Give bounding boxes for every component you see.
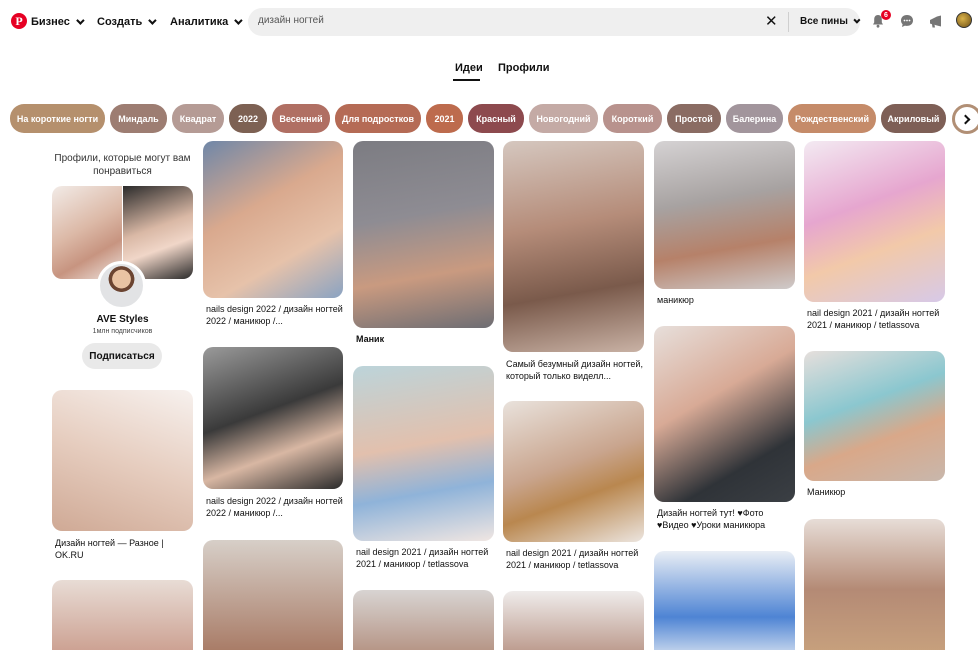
pin-image[interactable] (503, 401, 644, 542)
business-menu-label: Бизнес (31, 16, 70, 28)
profile-subscribers: 1млн подписчиков (92, 328, 153, 335)
search-divider (788, 12, 789, 32)
chip-2022[interactable]: 2022 (229, 104, 267, 133)
chip-ballerina[interactable]: Балерина (726, 104, 783, 133)
pin-image[interactable] (503, 591, 644, 650)
pin-image[interactable] (654, 326, 795, 502)
pin-image[interactable] (52, 390, 193, 531)
pin-title[interactable]: Маникюр (807, 486, 945, 498)
pin-title[interactable]: nails design 2022 / дизайн ногтей 2022 /… (206, 495, 343, 519)
pin-image[interactable] (52, 580, 193, 650)
analytics-menu-label: Аналитика (170, 16, 229, 28)
create-menu-button[interactable]: Создать (97, 14, 157, 30)
subscribe-button[interactable]: Подписаться (82, 343, 162, 369)
analytics-menu-button[interactable]: Аналитика (170, 14, 243, 30)
pin-image[interactable] (203, 141, 343, 298)
suggestion-chips: На короткие ногти Миндаль Квадрат 2022 В… (0, 104, 978, 134)
pin-image[interactable] (203, 540, 343, 650)
updates-megaphone-icon[interactable] (929, 15, 943, 28)
active-tab-indicator (453, 79, 480, 81)
profile-name[interactable]: AVE Styles (52, 314, 193, 325)
pin-image[interactable] (353, 590, 494, 650)
pin-image[interactable] (804, 351, 945, 481)
chevron-right-icon (960, 114, 971, 124)
chip-christmas[interactable]: Рождественский (788, 104, 876, 133)
pin-title[interactable]: nail design 2021 / дизайн ногтей 2021 / … (506, 547, 644, 571)
chevron-down-icon (76, 16, 85, 25)
pin-image[interactable] (503, 141, 644, 352)
chip-short[interactable]: Короткий (603, 104, 662, 133)
user-avatar[interactable] (956, 12, 972, 28)
chip-short-nails[interactable]: На короткие ногти (10, 104, 105, 133)
notification-count-badge: 6 (881, 10, 891, 20)
pin-image[interactable] (654, 551, 795, 650)
chip-teens[interactable]: Для подростков (335, 104, 421, 133)
pin-title[interactable]: Маник (356, 333, 494, 345)
search-input[interactable]: дизайн ногтей (258, 15, 324, 26)
pin-title[interactable]: nails design 2022 / дизайн ногтей 2022 /… (206, 303, 343, 327)
pin-title[interactable]: nail design 2021 / дизайн ногтей 2021 / … (807, 307, 945, 331)
pin-title[interactable]: nail design 2021 / дизайн ногтей 2021 / … (356, 546, 494, 570)
chip-spring[interactable]: Весенний (272, 104, 330, 133)
pin-title[interactable]: Дизайн ногтей тут! ♥Фото ♥Видео ♥Уроки м… (657, 507, 795, 531)
tab-ideas[interactable]: Идеи (455, 62, 483, 74)
pin-image[interactable] (353, 141, 494, 328)
chip-2021[interactable]: 2021 (426, 104, 463, 133)
pin-image[interactable] (804, 141, 945, 302)
chip-square[interactable]: Квадрат (172, 104, 224, 133)
chevron-down-icon (234, 16, 243, 25)
top-nav-bar: P Бизнес Создать Аналитика дизайн ногтей… (0, 0, 978, 44)
profile-avatar[interactable] (97, 261, 146, 310)
chip-simple[interactable]: Простой (667, 104, 721, 133)
pin-image[interactable] (203, 347, 343, 489)
messages-icon[interactable] (900, 14, 914, 28)
chips-next-button[interactable] (952, 104, 978, 134)
pin-image[interactable] (804, 519, 945, 650)
pin-filter-dropdown[interactable]: Все пины (800, 16, 861, 27)
pin-title[interactable]: Дизайн ногтей — Разное | OK.RU (55, 537, 193, 561)
pinterest-logo-icon[interactable]: P (11, 13, 27, 29)
pin-image[interactable] (353, 366, 494, 541)
business-menu-button[interactable]: Бизнес (31, 14, 85, 30)
create-menu-label: Создать (97, 16, 143, 28)
pin-title[interactable]: Самый безумный дизайн ногтей, который то… (506, 358, 644, 382)
pin-title[interactable]: маникюр (657, 294, 795, 306)
profiles-suggestion-heading: Профили, которые могут вам понравиться (54, 153, 191, 177)
tab-profiles[interactable]: Профили (498, 62, 549, 74)
chip-almond[interactable]: Миндаль (110, 104, 167, 133)
chip-acrylic[interactable]: Акриловый (881, 104, 946, 133)
clear-search-icon[interactable]: ✕ (765, 14, 778, 29)
chip-red[interactable]: Красный (468, 104, 524, 133)
pin-image[interactable] (654, 141, 795, 289)
chevron-down-icon (148, 16, 157, 25)
chip-new-year[interactable]: Новогодний (529, 104, 598, 133)
pin-filter-label: Все пины (800, 16, 848, 27)
